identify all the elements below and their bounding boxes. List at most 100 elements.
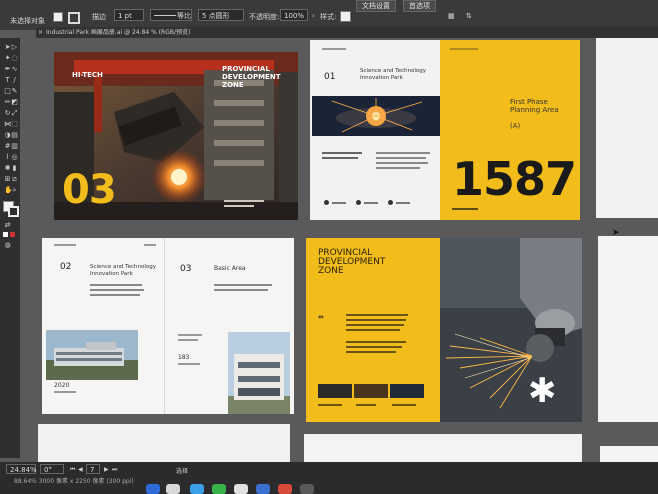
width-tool-icon[interactable]: ⋈ (4, 121, 11, 128)
app-dock-icon[interactable] (278, 484, 292, 494)
thumbnail-photo (354, 384, 388, 398)
app-dock-icon[interactable] (300, 484, 314, 494)
type-tool-icon[interactable]: T (4, 77, 11, 84)
artboard-hitech[interactable]: HI-TECH PROVINCIAL DEVELOPMENT ZONE 03 (54, 52, 298, 220)
caption-line (224, 205, 254, 207)
arrange-icon[interactable]: ⇅ (466, 12, 472, 20)
body-text (346, 324, 404, 326)
artboard-tool-icon[interactable]: ⊞ (4, 176, 11, 183)
scale-tool-icon[interactable]: ⤢ (11, 110, 18, 117)
brush-value: 5 点圆形 (202, 12, 230, 20)
next-artboard-icon[interactable]: ▶ (104, 466, 109, 473)
gradient-tool-icon[interactable]: ▥ (11, 143, 18, 150)
selection-status: 未选择对象 (10, 17, 45, 25)
building-photo (46, 330, 138, 380)
artboard-bottom-left[interactable] (38, 424, 290, 464)
planning-big-number: 1587 (452, 152, 577, 206)
zoom-tool-icon[interactable]: ⌕ (11, 187, 18, 194)
footnote-text (452, 208, 478, 210)
shape-builder-tool-icon[interactable]: ◑ (4, 132, 11, 139)
finder-dock-icon[interactable] (146, 484, 160, 494)
app-dock-icon[interactable] (234, 484, 248, 494)
line-tool-icon[interactable]: / (11, 77, 18, 84)
thumbnail-photo (318, 384, 352, 398)
variable-width-select[interactable]: 等比 (150, 9, 192, 21)
hitech-number: 03 (62, 167, 117, 213)
artboard-number-input[interactable]: 7 (86, 464, 100, 474)
perspective-grid-tool-icon[interactable]: ▤ (11, 132, 18, 139)
curvature-tool-icon[interactable]: ∿ (11, 66, 18, 73)
modern-building-photo (228, 332, 290, 414)
pen-tool-icon[interactable]: ✒ (4, 66, 11, 73)
zoom-select[interactable]: 24.84% (6, 464, 37, 474)
swap-colors-icon[interactable]: ⇄ (4, 222, 11, 229)
opacity-input[interactable]: 100% (280, 9, 308, 21)
brush-select[interactable]: 5 点圆形 (198, 9, 244, 21)
blend-tool-icon[interactable]: ◎ (11, 154, 18, 161)
mesh-tool-icon[interactable]: # (4, 143, 11, 150)
artboard-innovation[interactable]: 02 Science and Technology Innovation Par… (42, 238, 294, 414)
bullet-icon (388, 200, 393, 205)
artboard-partial-middle[interactable] (598, 236, 658, 422)
app-dock-icon[interactable] (166, 484, 180, 494)
graph-tool-icon[interactable]: ▮ (11, 165, 18, 172)
artboard-provincial[interactable]: PROVINCIAL DEVELOPMENT ZONE ⇹ ✱ (306, 238, 582, 422)
document-title: Industrial Park 画展品册.ai @ 24.84 % (RGB/预… (46, 29, 191, 36)
caption-text (356, 404, 376, 406)
opacity-label: 不透明度: (249, 13, 280, 21)
first-artboard-icon[interactable]: ⏮ (70, 466, 75, 474)
body-text (214, 289, 268, 291)
slice-tool-icon[interactable]: ⧄ (11, 176, 18, 183)
free-transform-tool-icon[interactable]: ⬚ (11, 121, 18, 128)
rotate-tool-icon[interactable]: ↻ (4, 110, 11, 117)
eyedropper-tool-icon[interactable]: ⌇ (4, 154, 11, 161)
draw-mode-icon[interactable]: ◍ (4, 242, 11, 249)
close-icon[interactable]: × (38, 27, 43, 38)
hitech-tag: HI-TECH (72, 71, 103, 79)
document-setup-button[interactable]: 文档设置 (356, 0, 396, 12)
planning-number: 01 (324, 72, 336, 82)
caption-text (178, 334, 202, 336)
rectangle-tool-icon[interactable]: □ (4, 88, 11, 95)
artboard-bottom-middle[interactable] (304, 434, 582, 464)
pencil-tool-icon[interactable]: ✏ (4, 99, 11, 106)
previous-artboard-icon[interactable]: ◀ (78, 466, 83, 473)
artboard-partial-top[interactable] (596, 38, 658, 218)
style-swatch[interactable] (340, 11, 351, 22)
control-bar: 未选择对象 描边 1 pt 等比 5 点圆形 不透明度: 100% › 样式: … (0, 0, 658, 30)
document-tab[interactable]: × Industrial Park 画展品册.ai @ 24.84 % (RGB… (36, 27, 658, 38)
fill-swatch[interactable] (53, 12, 63, 22)
innovation-right-heading: Basic Area (214, 265, 246, 272)
sparks-photo (312, 96, 440, 136)
caption-text (178, 363, 200, 365)
symbol-sprayer-tool-icon[interactable]: ✺ (4, 165, 11, 172)
eraser-tool-icon[interactable]: ◩ (11, 99, 18, 106)
last-artboard-icon[interactable]: ⏭ (112, 466, 117, 474)
artboard-planning[interactable]: 01 Science and Technology Innovation Par… (310, 40, 580, 220)
none-mode-icon[interactable] (10, 232, 15, 237)
planning-marker: (A) (510, 122, 521, 130)
grid-icon[interactable]: ▦ (448, 12, 455, 20)
direct-selection-tool-icon[interactable]: ▷ (11, 44, 18, 51)
status-bar: 24.84% 0° ⏮ ◀ 7 ▶ ⏭ 选择 88.64% 3000 像素 x … (0, 462, 658, 494)
body-text (346, 341, 406, 343)
selection-tool-icon[interactable]: ➤ (4, 44, 11, 51)
chat-dock-icon[interactable] (212, 484, 226, 494)
rotation-select[interactable]: 0° (40, 464, 64, 474)
paintbrush-tool-icon[interactable]: ✎ (11, 88, 18, 95)
stroke-weight-input[interactable]: 1 pt (114, 9, 144, 21)
chevron-right-icon[interactable]: › (312, 12, 315, 20)
stroke-swatch[interactable] (68, 12, 80, 24)
magic-wand-tool-icon[interactable]: ✦ (4, 55, 11, 62)
body-text (346, 319, 406, 321)
browser-dock-icon[interactable] (190, 484, 204, 494)
stroke-color-icon[interactable] (8, 206, 19, 217)
body-text (90, 284, 142, 286)
lasso-tool-icon[interactable]: ◌ (11, 55, 18, 62)
body-text (90, 289, 144, 291)
body-text (322, 157, 358, 159)
color-mode-icon[interactable] (3, 232, 8, 237)
hand-tool-icon[interactable]: ✋ (4, 187, 13, 194)
preferences-button[interactable]: 首选项 (403, 0, 436, 12)
app-dock-icon[interactable] (256, 484, 270, 494)
